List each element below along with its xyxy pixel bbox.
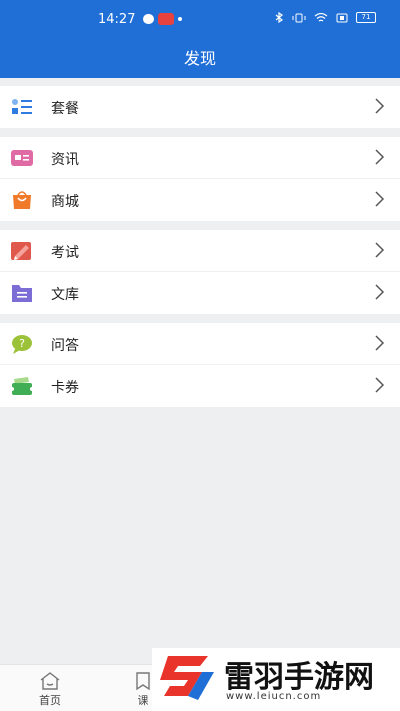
svg-text:?: ? [19, 337, 25, 350]
book-icon [136, 672, 150, 691]
chevron-right-icon [375, 98, 385, 114]
menu-item-label: 卡券 [51, 380, 79, 396]
question-bubble-icon: ? [12, 335, 32, 354]
menu-group-plans: 套餐 [0, 86, 400, 128]
menu-item-label: 套餐 [51, 101, 79, 117]
more-notifications-icon [178, 17, 182, 21]
watermark-logo-icon [160, 656, 214, 700]
sim-icon [336, 13, 348, 22]
menu-item-label: 资讯 [51, 152, 79, 168]
menu-item-label: 文库 [51, 287, 79, 303]
menu-group-content: 资讯 商城 [0, 137, 400, 221]
menu-group-study: 考试 文库 [0, 230, 400, 314]
exam-pencil-icon [11, 242, 31, 260]
system-icons: 71 [274, 12, 376, 23]
menu-item-coupon[interactable]: 卡券 [0, 365, 400, 407]
battery-icon: 71 [356, 12, 376, 23]
tab-home[interactable]: 首页 [20, 665, 80, 711]
chat-notification-icon [143, 14, 154, 24]
wifi-icon [314, 12, 328, 21]
header-bar: 14:27 71 发现 [0, 0, 400, 78]
notification-icons [143, 13, 182, 25]
menu-item-label: 考试 [51, 245, 79, 261]
plan-list-icon [12, 99, 32, 114]
menu-item-news[interactable]: 资讯 [0, 137, 400, 179]
watermark-url: www.leiucn.com [226, 691, 322, 702]
chevron-right-icon [375, 242, 385, 258]
news-icon [11, 150, 33, 166]
chevron-right-icon [375, 191, 385, 207]
page-title: 发现 [183, 49, 216, 68]
shopping-bag-icon [13, 191, 31, 209]
site-watermark: 雷羽手游网 www.leiucn.com [152, 648, 400, 711]
menu-item-library[interactable]: 文库 [0, 272, 400, 314]
coupon-ticket-icon [11, 377, 33, 395]
chevron-right-icon [375, 377, 385, 393]
menu-group-other: ? 问答 卡券 [0, 323, 400, 407]
watermark-title: 雷羽手游网 [224, 660, 374, 695]
chevron-right-icon [375, 284, 385, 300]
menu-item-label: 商城 [51, 194, 79, 210]
chevron-right-icon [375, 335, 385, 351]
tab-home-label: 首页 [39, 694, 61, 707]
menu-item-exam[interactable]: 考试 [0, 230, 400, 272]
home-icon [40, 672, 60, 690]
chevron-right-icon [375, 149, 385, 165]
library-folder-icon [12, 285, 32, 302]
bluetooth-icon [275, 12, 284, 23]
status-bar: 14:27 71 [0, 0, 400, 38]
menu-item-label: 问答 [51, 338, 79, 354]
menu-item-shop[interactable]: 商城 [0, 179, 400, 221]
menu-item-qa[interactable]: ? 问答 [0, 323, 400, 365]
app-notification-icon [158, 13, 174, 25]
mute-vibrate-icon [292, 13, 306, 22]
status-time: 14:27 [98, 12, 136, 27]
menu-item-plans[interactable]: 套餐 [0, 86, 400, 128]
